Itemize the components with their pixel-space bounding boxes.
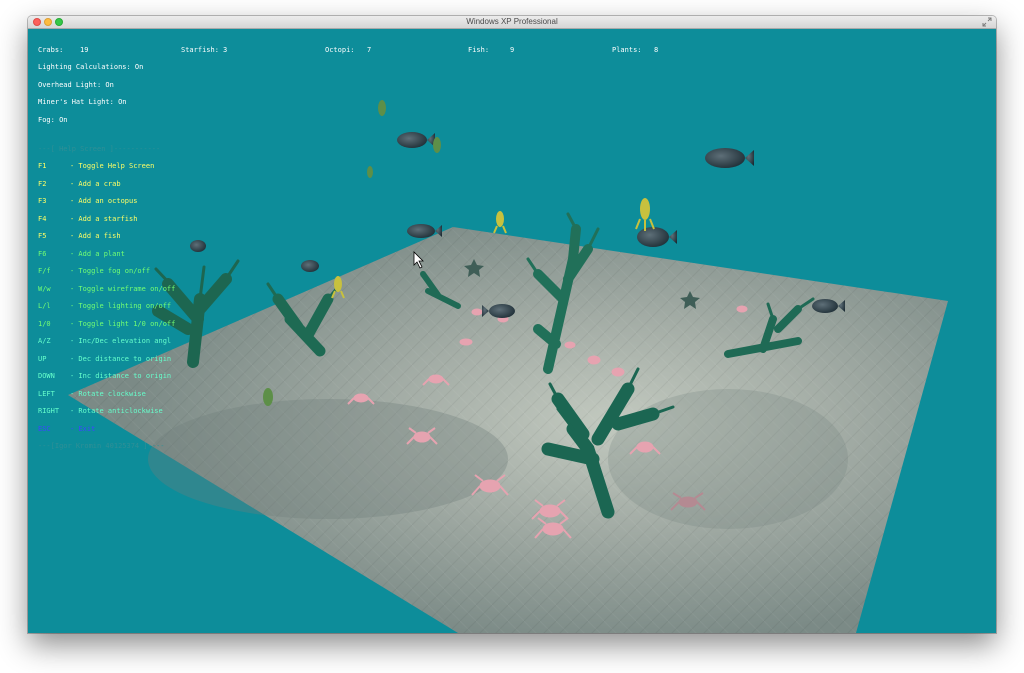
octopi-count: Octopi: 7 — [325, 46, 372, 54]
fish-count: Fish: 9 — [468, 46, 515, 54]
3d-viewport[interactable]: Crabs: 19 Starfish: 3 Octopi: 7 Fish: 9 Plan… — [28, 29, 996, 633]
help-item: UP - Dec distance to origin — [38, 355, 172, 363]
fullscreen-icon[interactable] — [982, 17, 992, 27]
help-item: F1- Toggle Help Screen — [38, 162, 155, 170]
help-item: F/f - Toggle fog on/off — [38, 267, 151, 275]
help-item: DOWN - Inc distance to origin — [38, 372, 172, 380]
app-window: Windows XP Professional Crabs: 19 Starfi… — [28, 16, 996, 633]
help-item: RIGHT - Rotate anticlockwise — [38, 407, 163, 415]
plants-count: Plants: 8 — [612, 46, 659, 54]
help-item: F5- Add a fish — [38, 232, 121, 240]
hud-overlay: Crabs: 19 Starfish: 3 Octopi: 7 Fish: 9 Plan… — [28, 29, 996, 633]
help-footer: ---[Igor Kromin 40125374 ]---- — [38, 442, 165, 450]
starfish-count: Starfish: 3 — [181, 46, 228, 54]
title-bar[interactable]: Windows XP Professional — [28, 16, 996, 29]
help-item: W/w - Toggle wireframe on/off — [38, 285, 176, 293]
help-item: F3- Add an octopus — [38, 197, 138, 205]
help-item: ESC - Exit — [38, 425, 96, 433]
help-item: L/l - Toggle lighting on/off — [38, 302, 172, 310]
status-miners-light: Miner's Hat Light: On — [38, 98, 127, 106]
window-title: Windows XP Professional — [466, 17, 558, 26]
crabs-count: Crabs: 19 — [38, 46, 89, 54]
help-item: 1/0- Toggle light 1/0 on/off — [38, 320, 176, 328]
help-item: F4- Add a starfish — [38, 215, 138, 223]
status-lighting: Lighting Calculations: On — [38, 63, 144, 71]
help-item: F2- Add a crab — [38, 180, 121, 188]
help-item: A/Z - Inc/Dec elevation angl — [38, 337, 172, 345]
help-header: ---[ Help Screen ]----------- — [38, 145, 161, 153]
help-item: LEFT - Rotate clockwise — [38, 390, 146, 398]
status-overhead-light: Overhead Light: On — [38, 81, 114, 89]
help-item: F6- Add a plant — [38, 250, 125, 258]
status-fog: Fog: On — [38, 116, 68, 124]
